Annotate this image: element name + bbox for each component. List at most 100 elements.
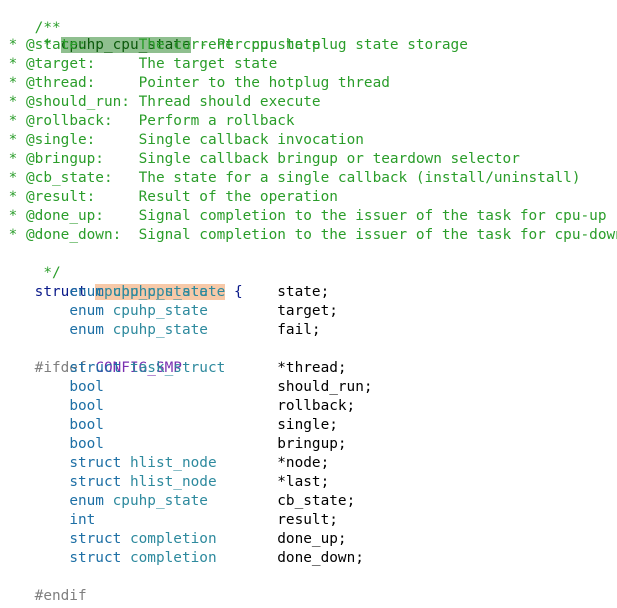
field-type: completion [129, 550, 217, 566]
code-line: }; [0, 587, 52, 608]
field-name: done_down; [277, 550, 364, 566]
field-name: cb_state; [277, 493, 356, 509]
field-keyword: enum [69, 284, 104, 300]
doc-param-pad [130, 94, 139, 110]
field-name: *thread; [277, 360, 347, 376]
doc-param-name: @done_up: [26, 208, 104, 224]
field-keyword: bool [69, 379, 104, 395]
doc-param-desc: Perform a rollback [138, 113, 295, 129]
code-line: * @bringup: Single callback bringup or t… [0, 150, 520, 169]
doc-param-desc: The target state [138, 56, 278, 72]
doc-param-desc: Signal completion to the issuer of the t… [138, 208, 607, 224]
code-line: * @done_up: Signal completion to the iss… [0, 207, 607, 226]
doc-param-name: @thread: [26, 75, 96, 91]
code-line: * @result: Result of the operation [0, 188, 338, 207]
comment-prefix: * [0, 132, 26, 148]
doc-param-pad [113, 170, 139, 186]
doc-param-name: @single: [26, 132, 96, 148]
doc-param-name: @rollback: [26, 113, 113, 129]
field-name: state; [277, 284, 330, 300]
field-keyword: bool [69, 417, 104, 433]
doc-param-desc: The state for a single callback (install… [138, 170, 581, 186]
field-name: *node; [277, 455, 330, 471]
struct-field-line: bool rollback; [0, 397, 355, 416]
field-keyword: struct [69, 550, 122, 566]
field-name: bringup; [277, 436, 347, 452]
doc-param-name: @bringup: [26, 151, 104, 167]
comment-prefix: * [0, 94, 26, 110]
doc-param-pad [113, 113, 139, 129]
doc-param-pad [121, 227, 138, 243]
code-line: * cpuhp_cpu_state - Per cpu hotplug stat… [0, 17, 468, 53]
struct-field-line: struct hlist_node *node; [0, 454, 329, 473]
field-keyword: enum [69, 322, 104, 338]
comment-prefix: * [0, 189, 26, 205]
struct-field-line: struct hlist_node *last; [0, 473, 329, 492]
doc-param-name: @done_down: [26, 227, 122, 243]
comment-prefix: * [0, 170, 26, 186]
field-type: completion [129, 531, 217, 547]
field-name: rollback; [277, 398, 356, 414]
field-type: cpuhp_state [112, 303, 208, 319]
doc-param-pad [104, 208, 139, 224]
doc-param-pad [95, 75, 138, 91]
doc-param-pad [104, 151, 139, 167]
doc-param-name: @should_run: [26, 94, 130, 110]
doc-param-name: @result: [26, 189, 96, 205]
field-keyword: bool [69, 436, 104, 452]
struct-field-line: enum cpuhp_state target; [0, 302, 338, 321]
code-line: * @single: Single callback invocation [0, 131, 364, 150]
code-line: * @thread: Pointer to the hotplug thread [0, 74, 390, 93]
comment-prefix: * [0, 227, 26, 243]
code-line: * @rollback: Perform a rollback [0, 112, 295, 131]
field-name: single; [277, 417, 338, 433]
doc-param-desc: Signal completion to the issuer of the t… [138, 227, 617, 243]
doc-param-name: @target: [26, 56, 96, 72]
field-name: should_run; [277, 379, 373, 395]
comment-prefix: * [0, 37, 26, 53]
field-type: cpuhp_state [112, 284, 208, 300]
field-keyword: struct [69, 360, 122, 376]
struct-field-line: struct completion done_up; [0, 530, 347, 549]
field-keyword: struct [69, 455, 122, 471]
code-line: struct cpuhp_cpu_state { [0, 264, 243, 300]
struct-field-line: bool single; [0, 416, 338, 435]
field-type: cpuhp_state [112, 493, 208, 509]
code-line: #ifdef CONFIG_SMP [0, 340, 182, 376]
struct-field-line: struct completion done_down; [0, 549, 364, 568]
field-type: hlist_node [129, 455, 217, 471]
code-line: * @target: The target state [0, 55, 278, 74]
doc-param-desc: Pointer to the hotplug thread [138, 75, 390, 91]
comment-prefix: * [0, 75, 26, 91]
field-keyword: struct [69, 474, 122, 490]
field-keyword: enum [69, 303, 104, 319]
doc-param-desc: Single callback invocation [138, 132, 364, 148]
field-name: target; [277, 303, 338, 319]
field-name: *last; [277, 474, 330, 490]
field-name: result; [277, 512, 338, 528]
doc-param-desc: The current cpu state [138, 37, 321, 53]
field-keyword: int [69, 512, 96, 528]
field-keyword: struct [69, 531, 122, 547]
field-type: cpuhp_state [112, 322, 208, 338]
field-name: done_up; [277, 531, 347, 547]
doc-param-desc: Result of the operation [138, 189, 338, 205]
code-line: * @state: The current cpu state [0, 36, 321, 55]
field-name: fail; [277, 322, 321, 338]
doc-param-name: @state: [26, 37, 87, 53]
struct-field-line: bool should_run; [0, 378, 373, 397]
code-line: */ [0, 245, 60, 281]
doc-param-desc: Single callback bringup or teardown sele… [138, 151, 520, 167]
comment-prefix: * [0, 151, 26, 167]
code-line: * @cb_state: The state for a single call… [0, 169, 581, 188]
field-keyword: enum [69, 493, 104, 509]
struct-field-line: struct task_struct *thread; [0, 359, 347, 378]
doc-param-pad [87, 37, 139, 53]
doc-param-pad [95, 132, 138, 148]
struct-field-line: int result; [0, 511, 338, 530]
code-editor[interactable]: /** * cpuhp_cpu_state - Per cpu hotplug … [0, 0, 617, 608]
comment-prefix: * [0, 208, 26, 224]
doc-param-name: @cb_state: [26, 170, 113, 186]
field-type: task_struct [129, 360, 226, 376]
struct-field-line: enum cpuhp_state fail; [0, 321, 321, 340]
